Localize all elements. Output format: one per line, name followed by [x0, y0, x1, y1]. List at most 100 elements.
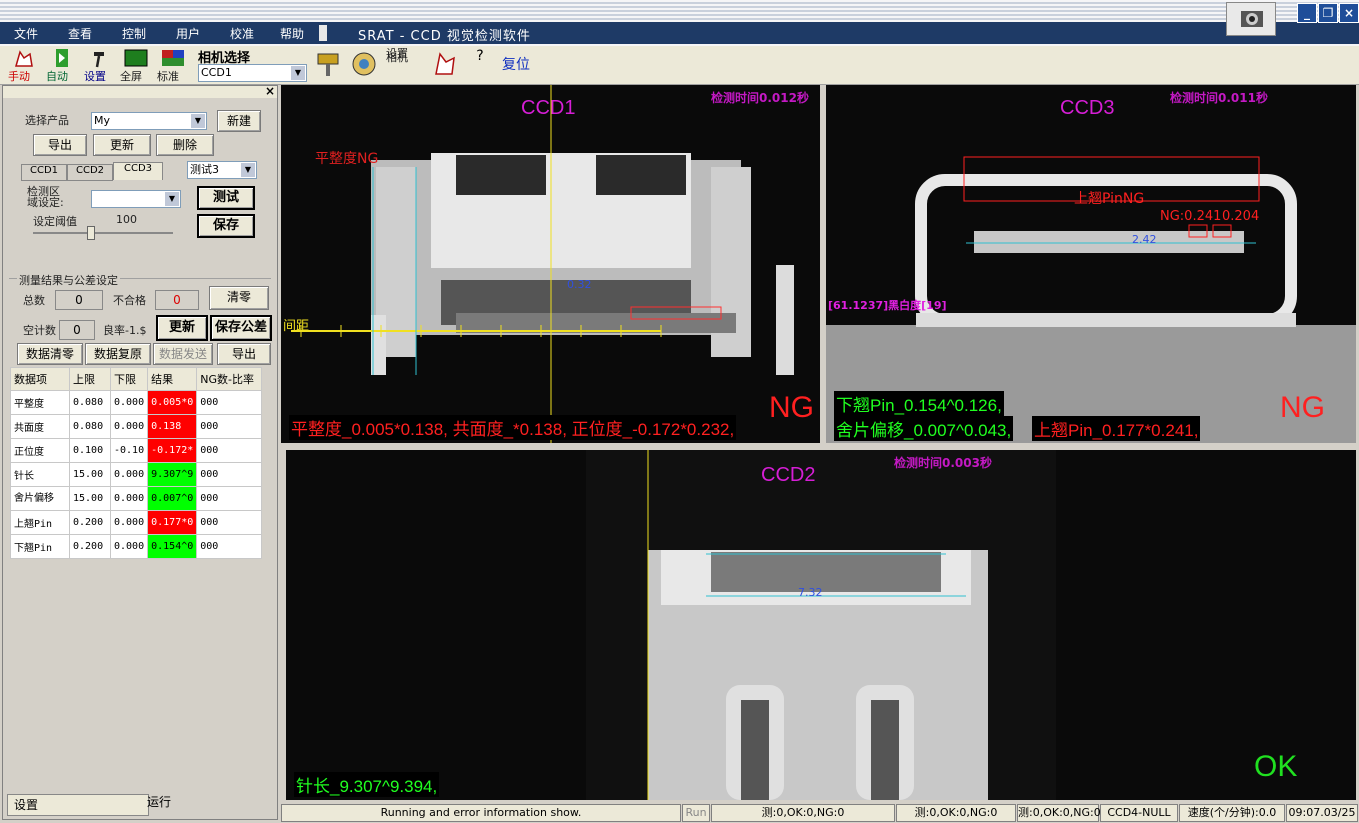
- header-upper: 上限: [69, 367, 111, 391]
- status-run: Run: [682, 804, 710, 822]
- ccd2-summary: 针长_9.307^9.394,: [294, 772, 440, 797]
- export-button[interactable]: 导出: [33, 134, 87, 156]
- detect-area-dropdown[interactable]: ▼: [91, 190, 181, 208]
- blackwhite-label: [61.1237]黑白度[19]: [828, 299, 947, 312]
- result-cell: 0.138: [147, 414, 198, 439]
- ccd2-view[interactable]: CCD2 检测时间0.003秒 7.32 针长_9.307^9.394, OK: [286, 450, 1356, 800]
- new-button[interactable]: 新建: [217, 110, 261, 132]
- ccd3-timing: 检测时间0.011秒: [1170, 91, 1268, 105]
- auto-button[interactable]: 自动: [46, 48, 78, 83]
- tab-run[interactable]: 运行: [143, 792, 275, 812]
- save-button[interactable]: 保存: [197, 214, 255, 238]
- header-result: 结果: [147, 367, 198, 391]
- camera-capture-button[interactable]: [312, 48, 344, 83]
- empty-count-label: 空计数: [23, 324, 56, 337]
- product-value: My: [94, 114, 111, 127]
- ng-value-label: NG:0.241: [1160, 209, 1222, 224]
- delete-button[interactable]: 删除: [156, 134, 214, 156]
- measure-group-label: 测量结果与公差设定: [17, 272, 120, 288]
- chevron-down-icon: ▼: [165, 192, 179, 206]
- data-clear-button[interactable]: 数据清零: [17, 343, 83, 365]
- menu-user[interactable]: 用户: [176, 25, 200, 42]
- ccd1-image: [291, 85, 794, 443]
- fullscreen-button[interactable]: 全屏: [120, 48, 152, 83]
- clear-button[interactable]: 清零: [209, 286, 269, 310]
- slider-handle[interactable]: [87, 226, 95, 240]
- ccd3-image: [826, 156, 1356, 443]
- menu-calibrate[interactable]: 校准: [230, 25, 254, 42]
- spacing-label: 间距: [283, 319, 310, 334]
- app-title: SRAT - CCD 视觉检测软件: [358, 29, 531, 44]
- ccd3-title: CCD3: [1060, 97, 1115, 119]
- threshold-label: 设定阈值: [33, 215, 77, 228]
- result-cell: 0.007^0: [147, 486, 198, 511]
- results-table: 数据项 上限 下限 结果 NG数-比率 平整度 0.080 0.000 0.005*0…: [10, 367, 263, 559]
- threshold-value: 100: [116, 213, 137, 226]
- test-button[interactable]: 测试: [197, 186, 255, 210]
- reset-button[interactable]: 复位: [502, 54, 530, 74]
- ccd1-view[interactable]: CCD1 检测时间0.012秒 平整度NG 间距 0.32 平整度_0.005*…: [281, 85, 820, 443]
- hammer-icon: [94, 52, 104, 68]
- tab-ccd2[interactable]: CCD2: [67, 164, 113, 181]
- toolbar: 手动 自动 设置 全屏 标准 相机选择 CCD1 ▼ 相机 设置 ? 复位: [0, 46, 1359, 85]
- total-value: 0: [55, 290, 103, 310]
- settings-button[interactable]: 设置: [84, 48, 116, 83]
- menu-file[interactable]: 文件: [14, 25, 38, 42]
- close-icon[interactable]: ×: [1339, 3, 1359, 23]
- data-send-button[interactable]: 数据发送: [153, 343, 213, 365]
- status-count-2: 测:0,OK:0,NG:0: [896, 804, 1016, 822]
- threshold-slider[interactable]: [33, 232, 173, 234]
- ccd1-title: CCD1: [521, 97, 576, 119]
- header-lower: 下限: [109, 367, 149, 391]
- fail-label: 不合格: [113, 294, 146, 307]
- ccd3-view[interactable]: CCD3 检测时间0.011秒 上翘PinNG NG:0.241 0.204 2…: [826, 85, 1356, 443]
- result-cell: 0.005*0: [147, 390, 198, 415]
- ccd2-center-value: 7.32: [798, 586, 823, 599]
- close-icon[interactable]: ×: [265, 84, 275, 98]
- play-icon: [56, 49, 68, 67]
- panel-header: [3, 86, 277, 98]
- minimize-icon[interactable]: _: [1297, 3, 1317, 23]
- help-icon[interactable]: ?: [470, 48, 490, 64]
- upper-pin-result: 上翘Pin_0.177*0.241,: [1032, 416, 1201, 441]
- ccd3-verdict: NG: [1280, 391, 1325, 424]
- ccd2-title: CCD2: [761, 464, 816, 486]
- table-row: 下翘Pin 0.200 0.000 0.154^0 000: [10, 534, 263, 559]
- camera-icon-button[interactable]: [348, 48, 380, 83]
- ccd2-verdict: OK: [1254, 750, 1298, 783]
- tab-ccd1[interactable]: CCD1: [21, 164, 67, 181]
- menu-view[interactable]: 查看: [68, 25, 92, 42]
- restore-icon[interactable]: ❐: [1318, 3, 1338, 23]
- tab-ccd3[interactable]: CCD3: [113, 162, 163, 180]
- result-cell: 9.307^9: [147, 462, 198, 487]
- table-row: 舍片偏移 15.00 0.000 0.007^0 000: [10, 486, 263, 511]
- data-export-button[interactable]: 导出: [217, 343, 271, 365]
- chevron-down-icon: ▼: [191, 114, 205, 128]
- menu-control[interactable]: 控制: [122, 25, 146, 42]
- menu-bar: 文件 查看 控制 用户 校准 帮助 SRAT - CCD 视觉检测软件: [0, 22, 1359, 44]
- refresh-button[interactable]: 更新: [156, 315, 208, 341]
- update-button[interactable]: 更新: [93, 134, 151, 156]
- ccd3-center-value: 2.42: [1132, 233, 1157, 246]
- status-speed: 速度(个/分钟):0.0: [1179, 804, 1285, 822]
- menu-help[interactable]: 帮助: [280, 25, 304, 42]
- save-tolerance-button[interactable]: 保存公差: [210, 315, 272, 341]
- offset-result: 舍片偏移_0.007^0.043,: [834, 416, 1014, 441]
- camera-select-value: CCD1: [201, 66, 232, 79]
- manual-button[interactable]: 手动: [8, 48, 40, 83]
- product-dropdown[interactable]: My ▼: [91, 112, 207, 130]
- camera-select-dropdown[interactable]: CCD1 ▼: [198, 64, 307, 82]
- tool-button[interactable]: [428, 48, 460, 83]
- fullscreen-icon: [124, 49, 148, 67]
- calibrate-button[interactable]: 标准: [157, 48, 189, 83]
- ng-value2-label: 0.204: [1222, 209, 1260, 224]
- empty-count-value: 0: [59, 320, 95, 340]
- status-time: 09:07.03/25: [1286, 804, 1358, 822]
- data-restore-button[interactable]: 数据复原: [85, 343, 151, 365]
- status-bar: Running and error information show. Run …: [279, 802, 1359, 823]
- ccd1-center-value: 0.32: [567, 278, 592, 291]
- status-count-1: 测:0,OK:0,NG:0: [711, 804, 895, 822]
- test-dropdown[interactable]: 测试3 ▼: [187, 161, 257, 179]
- chevron-down-icon: ▼: [241, 163, 255, 177]
- tab-settings[interactable]: 设置: [7, 794, 149, 816]
